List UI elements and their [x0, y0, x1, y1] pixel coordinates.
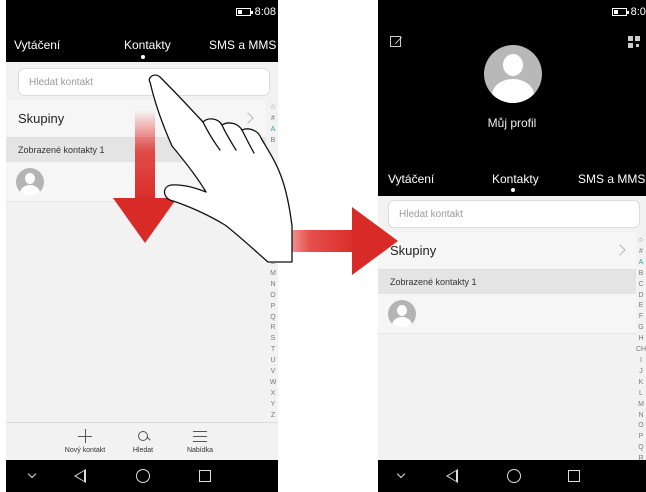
index-letter[interactable]: S — [268, 334, 278, 345]
alphabet-index[interactable]: ☆ # A B C D E F G H CH I J K L M N O P Q R — [636, 236, 646, 465]
tab-messages[interactable]: SMS a MMS — [209, 38, 276, 52]
index-letter[interactable]: P — [636, 432, 646, 443]
status-time: 8:08 — [254, 6, 276, 18]
new-contact-button[interactable]: Nový kontakt — [60, 427, 110, 454]
groups-row[interactable]: Skupiny — [6, 100, 266, 138]
menu-label: Nabídka — [186, 447, 214, 454]
profile-header: Můj profil — [378, 26, 646, 164]
profile-avatar[interactable] — [484, 45, 542, 103]
nav-back-icon[interactable] — [74, 469, 86, 483]
index-letter[interactable]: J — [636, 367, 646, 378]
search-label: Hledat — [132, 447, 154, 454]
index-letter[interactable]: A — [636, 258, 646, 269]
menu-button[interactable]: Nabídka — [175, 427, 225, 454]
active-tab-indicator — [141, 55, 145, 59]
search-button[interactable]: Hledat — [118, 427, 168, 454]
index-letter[interactable]: Q — [636, 443, 646, 454]
search-input[interactable]: Hledat kontakt — [18, 68, 270, 96]
index-letter[interactable]: L — [636, 389, 646, 400]
groups-label: Skupiny — [390, 243, 437, 258]
status-bar: 8:08 — [6, 0, 278, 26]
index-letter[interactable]: Y — [268, 400, 278, 411]
index-letter[interactable]: C — [636, 280, 646, 291]
groups-label: Skupiny — [18, 111, 65, 126]
bottom-toolbar: Nový kontakt Hledat Nabídka — [6, 422, 278, 460]
index-letter[interactable]: W — [268, 378, 278, 389]
tab-bar: Vytáčení Kontakty SMS a MMS — [378, 160, 646, 196]
index-letter[interactable]: N — [636, 411, 646, 422]
groups-row[interactable]: Skupiny — [378, 232, 636, 270]
index-letter[interactable]: Z — [268, 411, 278, 422]
tab-contacts[interactable]: Kontakty — [492, 172, 539, 186]
menu-icon — [175, 427, 225, 447]
tab-dialer[interactable]: Vytáčení — [14, 38, 60, 52]
phone-contacts-screen: 8:08 Vytáčení Kontakty SMS a MMS Hledat … — [6, 0, 278, 492]
phone-profile-screen: 8:08 Můj profil Vytáčení Kontakty SMS a … — [378, 0, 646, 492]
index-letter[interactable]: ☆ — [268, 103, 278, 114]
index-letter[interactable]: B — [268, 136, 278, 147]
index-letter[interactable]: D — [636, 291, 646, 302]
status-time: 8:08 — [630, 6, 646, 18]
qr-code-icon[interactable] — [628, 36, 640, 48]
displayed-contacts-header: Zobrazené kontakty 1 — [378, 270, 636, 294]
index-letter[interactable]: N — [268, 280, 278, 291]
nav-bar — [378, 460, 646, 492]
magnify-icon — [118, 427, 168, 447]
nav-home-icon[interactable] — [507, 469, 521, 483]
edit-icon[interactable] — [390, 36, 401, 47]
index-letter[interactable]: CH — [636, 345, 646, 356]
nav-recent-icon[interactable] — [568, 470, 580, 482]
index-letter[interactable]: E — [636, 301, 646, 312]
status-bar: 8:08 — [378, 0, 646, 26]
index-letter[interactable]: ☆ — [636, 236, 646, 247]
nav-bar — [6, 460, 278, 492]
index-letter[interactable]: P — [268, 302, 278, 313]
index-letter[interactable]: M — [268, 269, 278, 280]
index-letter[interactable]: I — [636, 356, 646, 367]
nav-recent-icon[interactable] — [199, 470, 211, 482]
nav-down-icon[interactable] — [396, 469, 406, 479]
index-letter[interactable]: U — [268, 356, 278, 367]
displayed-contacts-header: Zobrazené kontakty 1 — [6, 138, 266, 162]
tab-bar: Vytáčení Kontakty SMS a MMS — [6, 26, 278, 62]
nav-back-icon[interactable] — [446, 469, 458, 483]
tab-dialer[interactable]: Vytáčení — [388, 172, 434, 186]
index-letter[interactable]: O — [268, 291, 278, 302]
index-letter[interactable]: T — [268, 345, 278, 356]
avatar-icon — [388, 300, 416, 328]
index-letter[interactable]: V — [268, 367, 278, 378]
index-letter[interactable]: K — [636, 378, 646, 389]
nav-down-icon[interactable] — [27, 469, 37, 479]
index-letter[interactable]: M — [636, 400, 646, 411]
plus-icon — [60, 427, 110, 447]
tab-contacts[interactable]: Kontakty — [124, 38, 171, 52]
index-letter[interactable]: H — [636, 334, 646, 345]
battery-icon — [611, 8, 629, 16]
index-letter[interactable]: # — [636, 247, 646, 258]
index-letter[interactable]: Q — [268, 313, 278, 324]
battery-icon — [235, 8, 253, 16]
active-tab-indicator — [511, 188, 515, 192]
chevron-right-icon — [614, 244, 626, 256]
alphabet-index-top[interactable]: ☆ # A B — [268, 103, 278, 147]
alphabet-index-lower[interactable]: LMNOPQRSTUVWXYZ — [268, 258, 278, 422]
nav-home-icon[interactable] — [136, 469, 150, 483]
tab-messages[interactable]: SMS a MMS — [578, 172, 645, 186]
index-letter[interactable]: R — [268, 323, 278, 334]
search-input[interactable]: Hledat kontakt — [388, 200, 640, 228]
index-letter[interactable]: F — [636, 312, 646, 323]
index-letter[interactable]: A — [268, 125, 278, 136]
avatar-icon — [16, 168, 44, 196]
chevron-right-icon — [242, 112, 254, 124]
index-letter[interactable]: X — [268, 389, 278, 400]
index-letter[interactable]: # — [268, 114, 278, 125]
profile-name[interactable]: Můj profil — [378, 116, 646, 130]
index-letter[interactable]: B — [636, 269, 646, 280]
contact-row[interactable] — [6, 162, 266, 202]
index-letter[interactable]: L — [268, 258, 278, 269]
index-letter[interactable]: G — [636, 323, 646, 334]
new-contact-label: Nový kontakt — [64, 447, 106, 454]
contact-row[interactable] — [378, 294, 636, 334]
index-letter[interactable]: O — [636, 421, 646, 432]
